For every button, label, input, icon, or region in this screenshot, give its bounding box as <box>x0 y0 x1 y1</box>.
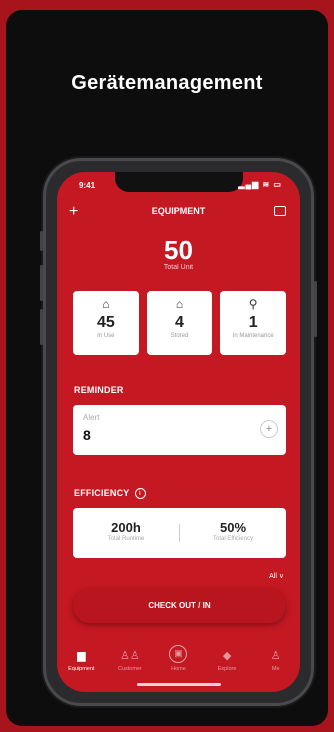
storage-icon: ⌂ <box>175 297 184 311</box>
card-maintenance[interactable]: ⚲ 1 In Maintenance <box>220 291 287 355</box>
efficiency-label: Total Efficiency <box>213 536 253 542</box>
card-label: Stored <box>170 333 189 339</box>
power-button <box>314 281 317 337</box>
total-units-label: Total Unit <box>163 264 194 271</box>
tab-label: Explore <box>217 666 237 672</box>
reminder-heading: REMINDER <box>74 385 124 395</box>
customer-icon: ♙♙ <box>120 650 140 662</box>
total-units-value: 50 <box>164 235 193 265</box>
efficiency-value: 50% <box>219 520 247 535</box>
tab-label: Equipment <box>68 666 95 672</box>
home-indicator <box>137 683 221 686</box>
card-value: 4 <box>175 314 184 331</box>
status-cards: ⌂ 45 In Use ⌂ 4 Stored ⚲ 1 In Maintenanc… <box>73 291 287 355</box>
volume-down-button <box>40 309 43 345</box>
tab-me[interactable]: ♙ Me <box>251 642 300 692</box>
wrench-icon: ⚲ <box>248 297 258 311</box>
runtime-value: 200h <box>111 520 141 535</box>
tab-equipment[interactable]: ▆ Equipment <box>57 642 106 692</box>
mute-switch <box>40 231 43 251</box>
page-title: EQUIPMENT <box>151 206 206 216</box>
efficiency-panel: 200h Total Runtime 50% Total Efficiency <box>73 508 286 558</box>
phone-frame: 9:41 ▂▄▆ ≋ ▭ + EQUIPMENT 50 Total Unit ⌂… <box>40 158 317 706</box>
card-value: 1 <box>248 314 258 331</box>
runtime-stat: 200h Total Runtime <box>73 508 179 558</box>
app-screen: 9:41 ▂▄▆ ≋ ▭ + EQUIPMENT 50 Total Unit ⌂… <box>57 172 300 692</box>
alert-value: 8 <box>83 427 91 443</box>
volume-up-button <box>40 265 43 301</box>
home-icon: ▣ <box>169 645 188 663</box>
total-units: 50 Total Unit <box>57 236 300 271</box>
info-icon[interactable]: i <box>134 488 146 499</box>
tab-label: Home <box>171 666 186 672</box>
runtime-label: Total Runtime <box>107 536 145 542</box>
card-label: In Maintenance <box>232 333 274 339</box>
checkout-button[interactable]: CHECK OUT / IN <box>73 589 286 623</box>
signal-wifi-battery-icon: ▂▄▆ ≋ ▭ <box>238 180 282 189</box>
increment-button[interactable]: + <box>260 420 278 438</box>
card-in-use[interactable]: ⌂ 45 In Use <box>73 291 139 355</box>
nav-bar: + EQUIPMENT <box>57 202 300 226</box>
alert-field[interactable]: Alert 8 + <box>73 405 286 455</box>
equipment-icon: ▆ <box>77 650 86 662</box>
card-label: In Use <box>97 333 115 339</box>
tab-label: Customer <box>117 666 142 672</box>
card-stored[interactable]: ⌂ 4 Stored <box>146 291 213 355</box>
home-icon: ⌂ <box>102 297 110 311</box>
efficiency-title: EFFICIENCY <box>74 488 130 498</box>
efficiency-stat: 50% Total Efficiency <box>180 508 286 558</box>
status-time: 9:41 <box>79 181 96 190</box>
tab-label: Me <box>271 666 280 672</box>
showcase-panel: Gerätemanagement 9:41 ▂▄▆ ≋ ▭ + EQUIPMEN… <box>6 10 328 726</box>
alert-label: Alert <box>83 413 100 422</box>
person-icon: ♙ <box>270 650 281 662</box>
card-value: 45 <box>96 314 115 331</box>
status-bar: 9:41 ▂▄▆ ≋ ▭ <box>57 179 300 191</box>
headline: Gerätemanagement <box>71 72 263 94</box>
chat-icon[interactable] <box>274 206 286 216</box>
filter-dropdown[interactable]: All ∨ <box>269 572 284 580</box>
explore-icon: ◆ <box>222 650 232 662</box>
efficiency-heading: EFFICIENCY i <box>74 488 146 499</box>
